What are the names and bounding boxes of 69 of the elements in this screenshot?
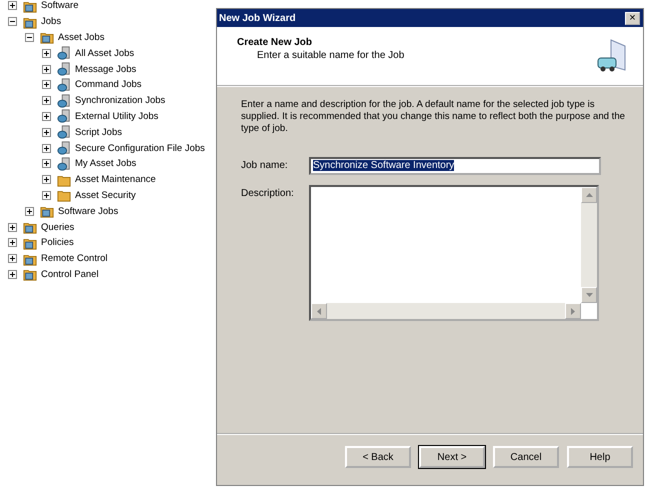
tree-item[interactable]: Command Jobs xyxy=(75,79,142,90)
wizard-button[interactable]: Cancel xyxy=(493,446,559,468)
page-heading: Create New Job xyxy=(237,37,314,48)
wizard-button[interactable]: < Back xyxy=(345,446,411,468)
tree-item[interactable]: Jobs xyxy=(41,16,62,28)
expand-icon[interactable] xyxy=(42,190,51,200)
horizontal-scrollbar[interactable] xyxy=(311,303,581,319)
tree-item[interactable]: Control Panel xyxy=(41,268,99,280)
folder-icon xyxy=(57,188,71,202)
tree-item[interactable]: Message Jobs xyxy=(75,64,136,75)
wizard-button[interactable]: Next > xyxy=(419,446,485,468)
tree-item[interactable]: Queries xyxy=(41,222,74,233)
tree-item[interactable]: Policies xyxy=(41,237,74,248)
close-button[interactable]: × xyxy=(625,12,640,24)
expand-icon[interactable] xyxy=(42,80,51,90)
tree-item[interactable]: Secure Configuration File Jobs xyxy=(75,142,205,154)
vertical-scrollbar[interactable] xyxy=(581,187,597,303)
scroll-down-icon[interactable] xyxy=(581,287,597,303)
job-name-label: Job name: xyxy=(241,159,289,171)
expand-icon[interactable] xyxy=(42,112,51,121)
expand-icon[interactable] xyxy=(42,64,51,74)
expand-icon[interactable] xyxy=(42,48,51,58)
window-title: New Job Wizard xyxy=(219,12,296,24)
expand-icon[interactable] xyxy=(8,254,17,264)
page-subheading: Enter a suitable name for the Job xyxy=(256,50,404,61)
tree-item[interactable]: Asset Maintenance xyxy=(75,174,156,186)
expand-icon[interactable] xyxy=(8,238,17,248)
wizard-button[interactable]: Help xyxy=(567,446,633,468)
collapse-icon[interactable] xyxy=(8,17,17,26)
expand-icon[interactable] xyxy=(42,96,51,106)
tree-item[interactable]: Asset Jobs xyxy=(58,32,104,43)
server-icon xyxy=(57,125,71,140)
folder-icon xyxy=(23,267,37,282)
tree-item[interactable]: Remote Control xyxy=(41,253,108,264)
tree-item[interactable]: My Asset Jobs xyxy=(75,158,136,170)
collapse-icon[interactable] xyxy=(25,32,34,42)
tree-item[interactable]: Software xyxy=(41,0,78,12)
tree-item[interactable]: Synchronization Jobs xyxy=(75,95,166,106)
expand-icon[interactable] xyxy=(42,144,51,153)
expand-icon[interactable] xyxy=(42,159,51,168)
expand-icon[interactable] xyxy=(8,222,17,232)
scroll-right-icon[interactable] xyxy=(565,303,581,319)
description-label: Description: xyxy=(241,187,295,199)
job-name-field[interactable]: Synchronize Software Inventory xyxy=(309,157,601,175)
server-icon xyxy=(57,94,71,108)
scroll-up-icon[interactable] xyxy=(581,187,597,203)
tree-item[interactable]: Script Jobs xyxy=(75,126,122,138)
expand-icon[interactable] xyxy=(25,206,34,216)
server-icon xyxy=(57,156,71,171)
tree-item[interactable]: All Asset Jobs xyxy=(75,48,134,59)
tree-item[interactable]: External Utility Jobs xyxy=(75,110,158,122)
expand-icon[interactable] xyxy=(8,270,17,279)
description-field[interactable] xyxy=(309,185,599,321)
server-icon xyxy=(57,46,71,60)
scroll-left-icon[interactable] xyxy=(311,303,327,319)
server-icon xyxy=(57,109,71,124)
folder-icon xyxy=(23,0,37,13)
folder-icon xyxy=(40,204,54,218)
folder-icon xyxy=(40,30,54,44)
instructions-text: Enter a name and description for the job. A default name for the selected job type is supplied. It is recommended that you change this name to reflect both the purpose and the type of job. xyxy=(241,99,625,135)
server-icon xyxy=(57,78,71,92)
folder-icon xyxy=(23,220,37,234)
server-icon xyxy=(57,141,71,156)
tree-item[interactable]: Asset Security xyxy=(75,190,136,201)
expand-icon[interactable] xyxy=(8,1,17,10)
expand-icon[interactable] xyxy=(42,175,51,184)
server-icon xyxy=(57,62,71,76)
expand-icon[interactable] xyxy=(42,128,51,137)
tree-item[interactable]: Software Jobs xyxy=(58,206,118,217)
